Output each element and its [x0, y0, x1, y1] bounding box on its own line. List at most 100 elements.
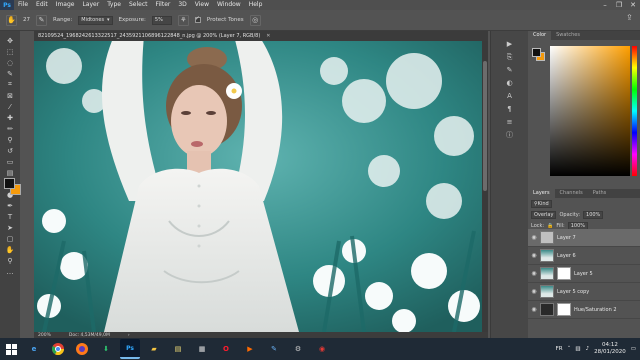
menu-help[interactable]: Help — [245, 0, 267, 10]
lock-icon[interactable]: 🔒 — [547, 223, 553, 229]
gradient-tool-icon[interactable]: ▤ — [3, 167, 17, 178]
kind-filter-select[interactable]: ⚲ Kind — [531, 199, 552, 208]
brush-settings-icon[interactable]: ✎ — [36, 14, 47, 26]
document-tab[interactable]: 82109524_1968242613322517_24359211068961… — [34, 31, 488, 41]
restore-button[interactable]: ❐ — [612, 0, 626, 10]
clock[interactable]: 04:12 28/01/2020 — [594, 342, 626, 356]
character-icon[interactable]: A — [504, 91, 516, 101]
zoom-tool-icon[interactable]: ⚲ — [3, 255, 17, 266]
more-tools-icon[interactable]: … — [3, 266, 17, 277]
photoshop-taskbar-icon[interactable]: Ps — [120, 339, 140, 359]
clone-stamp-tool-icon[interactable]: ⚲ — [3, 134, 17, 145]
color-swatches[interactable] — [4, 178, 22, 198]
layer-row-layer-5-copy[interactable]: ◉ Layer 5 copy — [528, 283, 640, 301]
chrome-icon[interactable] — [48, 339, 68, 359]
range-select[interactable]: Midtones ▾ — [78, 15, 113, 25]
windows-start-button[interactable] — [0, 338, 22, 360]
paragraph-icon[interactable]: ¶ — [504, 104, 516, 114]
color-picker-field[interactable] — [550, 46, 630, 176]
hue-slider[interactable] — [632, 46, 637, 176]
frame-tool-icon[interactable]: ⊠ — [3, 90, 17, 101]
share-icon[interactable]: ⇪ — [626, 13, 636, 23]
volume-icon[interactable]: ♪ — [586, 346, 590, 352]
opacity-input[interactable]: 100% — [583, 210, 604, 219]
quick-select-tool-icon[interactable]: ✎ — [3, 68, 17, 79]
visibility-eye-icon[interactable]: ◉ — [528, 306, 540, 313]
settings-icon[interactable]: ⚙ — [288, 339, 308, 359]
media-player-icon[interactable]: ▶ — [240, 339, 260, 359]
menu-edit[interactable]: Edit — [32, 0, 52, 10]
info-icon[interactable]: ⓘ — [504, 130, 516, 140]
pen-tool-icon[interactable]: ✒ — [3, 200, 17, 211]
vertical-scrollbar[interactable] — [482, 41, 488, 332]
foreground-color-swatch[interactable] — [4, 178, 15, 189]
pressure-icon[interactable]: ◎ — [249, 14, 261, 26]
healing-tool-icon[interactable]: ✚ — [3, 112, 17, 123]
minimize-button[interactable]: – — [598, 0, 612, 10]
menu-window[interactable]: Window — [213, 0, 245, 10]
download-manager-icon[interactable]: ⬇ — [96, 339, 116, 359]
tab-layers[interactable]: Layers — [528, 189, 555, 198]
visibility-eye-icon[interactable]: ◉ — [528, 234, 540, 241]
brush-size[interactable]: 27 — [23, 17, 30, 23]
menu-layer[interactable]: Layer — [78, 0, 103, 10]
color-panel-foreground-swatch[interactable] — [532, 48, 541, 57]
layer-mask-thumbnail[interactable] — [557, 267, 571, 280]
history-brush-tool-icon[interactable]: ↺ — [3, 145, 17, 156]
marquee-tool-icon[interactable]: ⬚ — [3, 46, 17, 57]
adjustments-icon[interactable]: ◐ — [504, 78, 516, 88]
layer-row-layer-5[interactable]: ◉ Layer 5 — [528, 265, 640, 283]
network-icon[interactable]: ▥ — [575, 346, 580, 352]
file-explorer-icon[interactable]: ▰ — [144, 339, 164, 359]
chevron-up-icon[interactable]: ˄ — [568, 346, 571, 352]
tab-color[interactable]: Color — [528, 31, 552, 40]
tab-swatches[interactable]: Swatches — [551, 31, 585, 40]
visibility-eye-icon[interactable]: ◉ — [528, 252, 540, 259]
move-tool-icon[interactable]: ✥ — [3, 35, 17, 46]
visibility-eye-icon[interactable]: ◉ — [528, 288, 540, 295]
eraser-tool-icon[interactable]: ▭ — [3, 156, 17, 167]
language-indicator[interactable]: FR — [556, 346, 563, 352]
type-tool-icon[interactable]: T — [3, 211, 17, 222]
layer-mask-thumbnail[interactable] — [557, 303, 571, 316]
visibility-eye-icon[interactable]: ◉ — [528, 270, 540, 277]
properties-icon[interactable]: ≡ — [504, 117, 516, 127]
sticky-notes-icon[interactable]: ▤ — [168, 339, 188, 359]
scrollbar-thumb[interactable] — [483, 61, 487, 191]
menu-select[interactable]: Select — [125, 0, 152, 10]
media-app-icon[interactable]: ◉ — [312, 339, 332, 359]
close-tab-icon[interactable]: ✕ — [266, 33, 270, 39]
tab-paths[interactable]: Paths — [588, 189, 612, 198]
brush-settings-panel-icon[interactable]: ✎ — [504, 65, 516, 75]
protect-tones-checkbox[interactable] — [194, 15, 201, 23]
exposure-input[interactable]: 5% — [151, 15, 172, 25]
menu-view[interactable]: View — [191, 0, 213, 10]
chevron-right-icon[interactable]: › — [128, 333, 130, 338]
menu-file[interactable]: File — [14, 0, 32, 10]
menu-type[interactable]: Type — [103, 0, 125, 10]
layer-row-layer-7[interactable]: ◉ Layer 7 — [528, 229, 640, 247]
airbrush-icon[interactable]: ⚘ — [177, 14, 189, 26]
blend-mode-select[interactable]: Overlay — [531, 210, 557, 219]
tab-channels[interactable]: Channels — [555, 189, 588, 198]
firefox-icon[interactable] — [72, 339, 92, 359]
menu-3d[interactable]: 3D — [174, 0, 190, 10]
path-select-tool-icon[interactable]: ➤ — [3, 222, 17, 233]
crop-tool-icon[interactable]: ⌗ — [3, 79, 17, 90]
brush-tool-icon[interactable]: ✏ — [3, 123, 17, 134]
eyedropper-tool-icon[interactable]: ⁄ — [3, 101, 17, 112]
menu-filter[interactable]: Filter — [152, 0, 175, 10]
menu-image[interactable]: Image — [52, 0, 79, 10]
close-button[interactable]: ✕ — [626, 0, 640, 10]
notifications-icon[interactable]: ▭ — [631, 346, 636, 352]
shape-tool-icon[interactable]: ▢ — [3, 233, 17, 244]
layer-row-layer-6[interactable]: ◉ Layer 6 — [528, 247, 640, 265]
zoom-level[interactable]: 200% — [38, 333, 51, 338]
paint-icon[interactable]: ✎ — [264, 339, 284, 359]
opera-icon[interactable]: O — [216, 339, 236, 359]
history-icon[interactable]: ⎘ — [504, 52, 516, 62]
video-editor-icon[interactable]: ▦ — [192, 339, 212, 359]
internet-explorer-icon[interactable]: e — [24, 339, 44, 359]
play-icon[interactable]: ▶ — [504, 39, 516, 49]
hand-tool-icon[interactable]: ✋ — [3, 244, 17, 255]
